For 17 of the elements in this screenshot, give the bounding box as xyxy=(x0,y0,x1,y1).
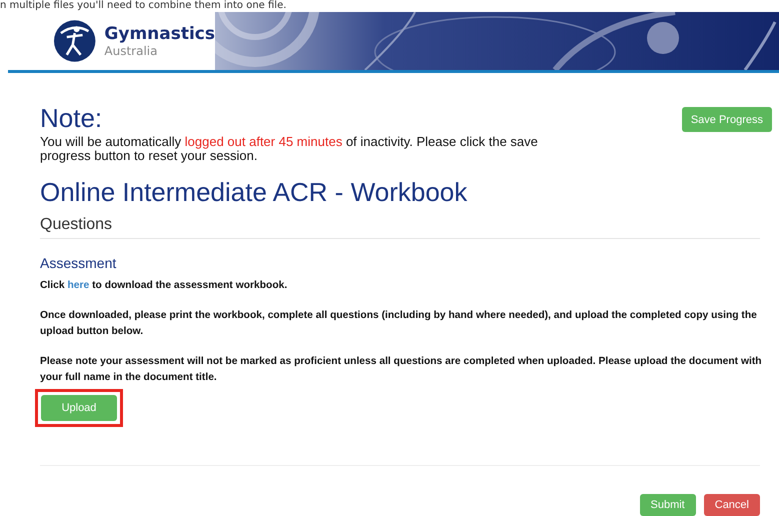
brand-subtitle: Australia xyxy=(104,44,158,56)
note-heading: Note: xyxy=(40,103,104,133)
save-progress-button[interactable]: Save Progress xyxy=(682,107,772,132)
upload-button[interactable]: Upload xyxy=(41,395,117,421)
section-heading: Questions xyxy=(40,216,760,239)
assessment-heading: Assessment xyxy=(40,255,118,271)
download-instruction: Click here to download the assessment workbook. xyxy=(40,279,288,293)
instruction-text: Once downloaded, please print the workbook, complete all questions (including by hand where needed), and upload the completed copy using the upload button below. xyxy=(40,309,758,339)
brand-name: Gymnastics xyxy=(104,26,215,42)
caption-text: n multiple files you'll need to combine them into one file. xyxy=(0,0,286,12)
download-link[interactable]: here xyxy=(67,280,90,291)
gymnast-logo-icon xyxy=(53,19,96,63)
form-button[interactable]: Cancel xyxy=(704,494,760,516)
page-title: Online Intermediate ACR - Workbook xyxy=(40,177,468,207)
form-button[interactable]: Submit xyxy=(640,494,696,516)
instruction-text: Please note your assessment will not be marked as proficient unless all questions are completed when uploaded. Please upload the document with your full name in the document title. xyxy=(40,355,763,385)
logout-warning-text: You will be automatically logged out after 45 minutes of inactivity. Please click the save progress button to reset your session. xyxy=(40,135,539,163)
